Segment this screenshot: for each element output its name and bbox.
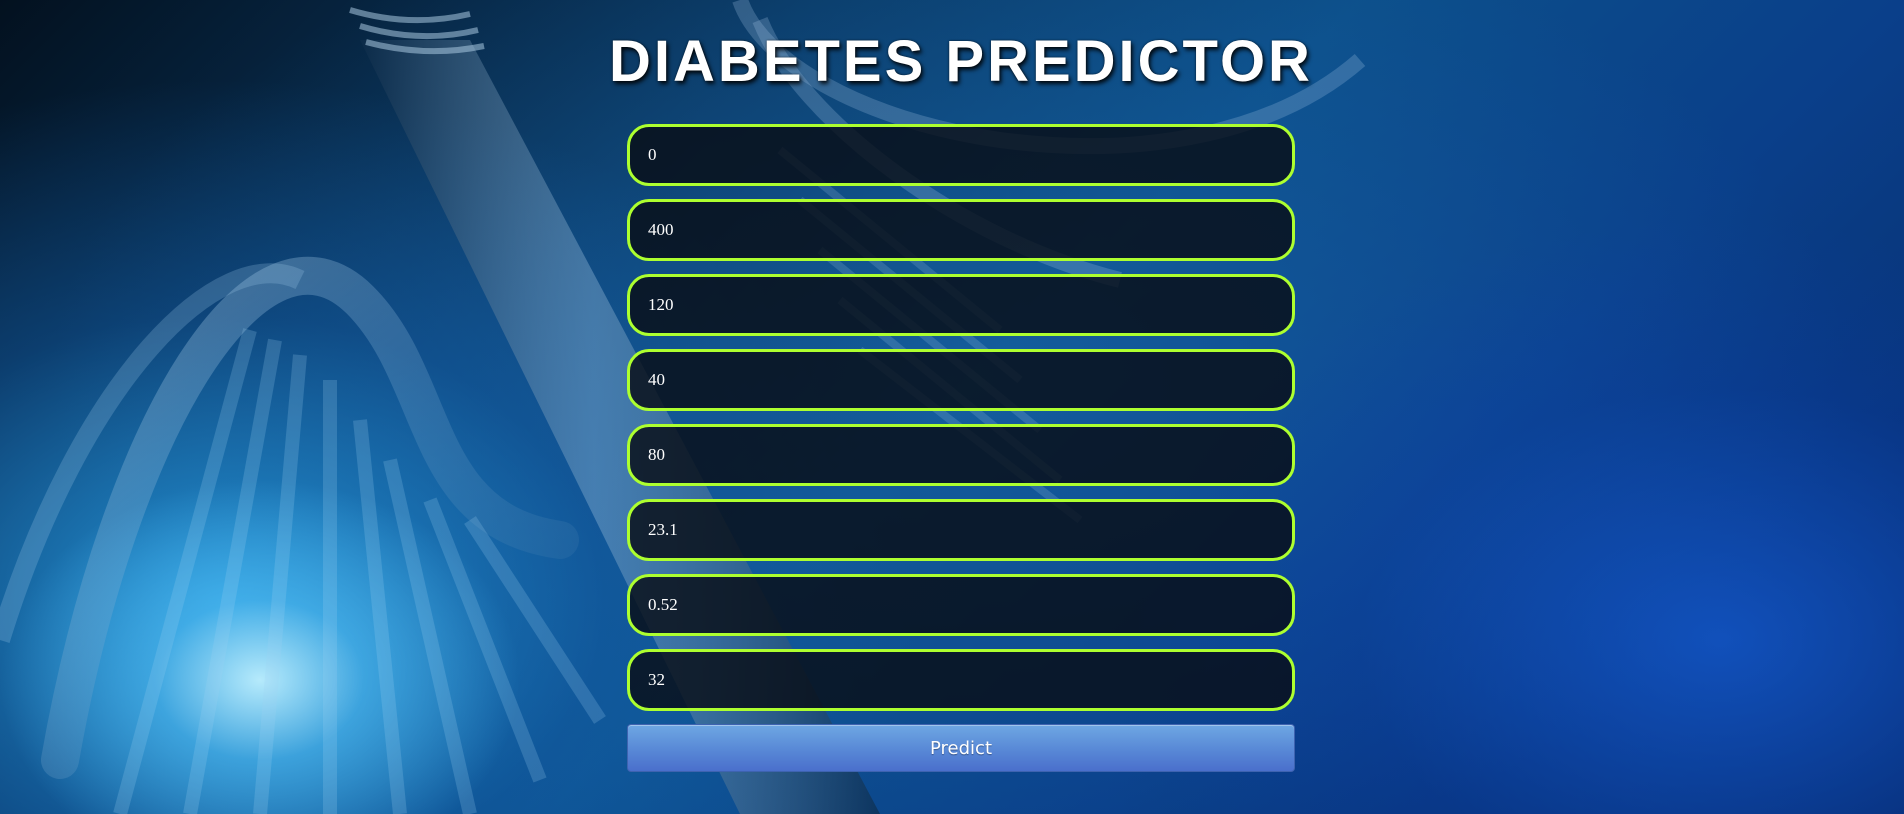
pregnancies-input[interactable] <box>627 124 1295 186</box>
skin-thickness-input[interactable] <box>627 349 1295 411</box>
bmi-input[interactable] <box>627 499 1295 561</box>
age-input[interactable] <box>627 649 1295 711</box>
page-title: DIABETES PREDICTOR <box>609 29 1313 94</box>
insulin-input[interactable] <box>627 424 1295 486</box>
blood-pressure-input[interactable] <box>627 274 1295 336</box>
diabetes-pedigree-function-input[interactable] <box>627 574 1295 636</box>
predict-button[interactable]: Predict <box>627 724 1295 772</box>
glucose-input[interactable] <box>627 199 1295 261</box>
